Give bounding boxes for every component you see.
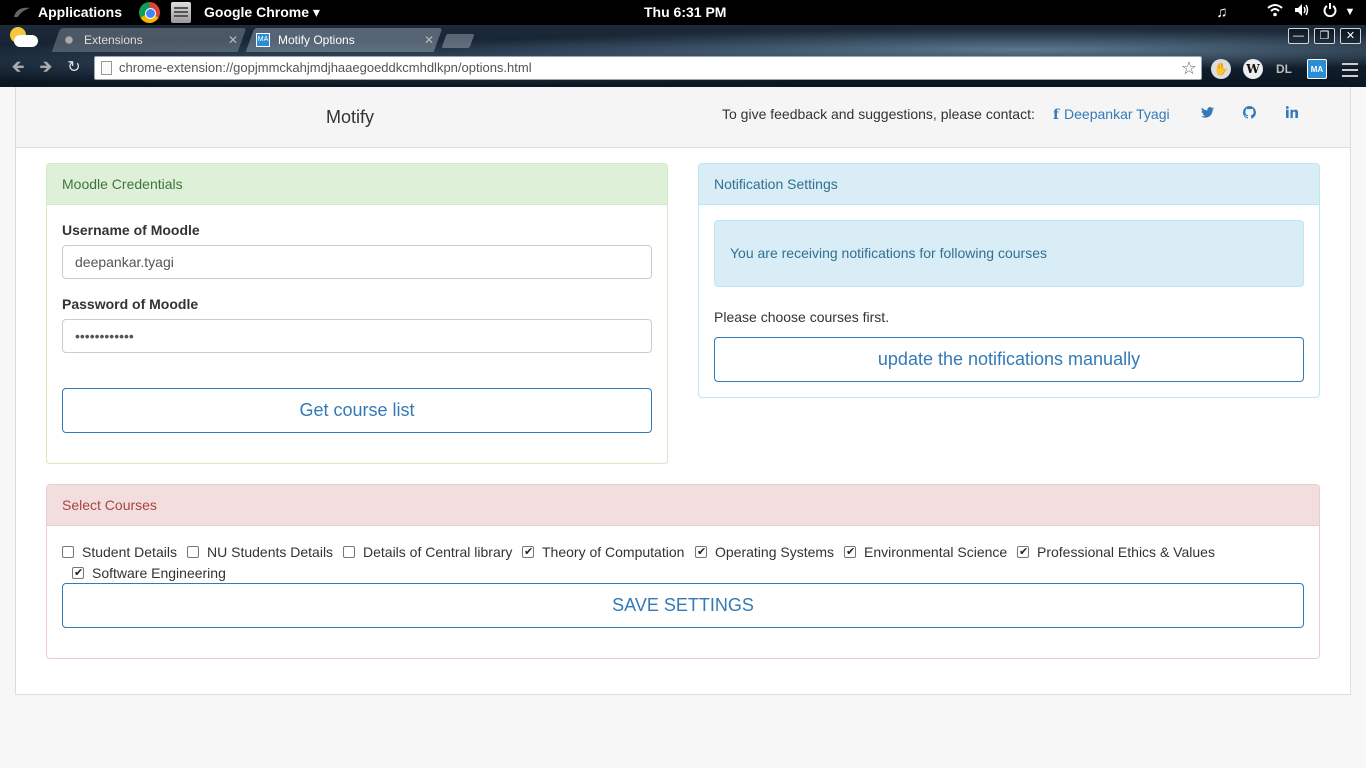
- page: Motify To give feedback and suggestions,…: [0, 87, 1366, 768]
- bookmark-star-icon[interactable]: ☆: [1181, 57, 1197, 79]
- tab-label: Extensions: [84, 33, 143, 47]
- chrome-menu-icon[interactable]: [1342, 59, 1358, 79]
- course-checkbox[interactable]: [62, 546, 74, 558]
- course-option[interactable]: Student Details: [62, 543, 177, 561]
- author-facebook-link[interactable]: f Deepankar Tyagi: [1053, 106, 1170, 123]
- url-text[interactable]: chrome-extension://gopjmmckahjmdjhaaegoe…: [119, 60, 532, 75]
- dl-icon[interactable]: DL: [1274, 59, 1294, 79]
- moodle-credentials-panel: Moodle Credentials Username of Moodle Pa…: [46, 163, 668, 464]
- notification-settings-panel: Notification Settings You are receiving …: [698, 163, 1320, 398]
- contact-text: To give feedback and suggestions, please…: [722, 106, 1035, 122]
- stop-icon[interactable]: ✋: [1211, 59, 1231, 79]
- course-label: Details of Central library: [363, 544, 513, 560]
- course-checkbox[interactable]: [522, 543, 534, 561]
- clock[interactable]: Thu 6:31 PM: [644, 3, 726, 22]
- password-label: Password of Moodle: [62, 296, 199, 312]
- course-checkbox[interactable]: [72, 564, 84, 582]
- course-option[interactable]: Theory of Computation: [522, 543, 684, 561]
- reload-icon[interactable]: ↻: [64, 58, 84, 78]
- address-bar[interactable]: chrome-extension://gopjmmckahjmdjhaaegoe…: [94, 56, 1202, 80]
- course-checkbox[interactable]: [343, 546, 355, 558]
- update-notifications-button[interactable]: update the notifications manually: [714, 337, 1304, 382]
- brand-title[interactable]: Motify: [326, 107, 374, 128]
- close-window-button[interactable]: ✕: [1340, 28, 1361, 44]
- course-label: Operating Systems: [715, 544, 835, 560]
- wifi-icon[interactable]: [1265, 3, 1285, 22]
- password-input[interactable]: [62, 319, 652, 353]
- author-name[interactable]: Deepankar Tyagi: [1064, 106, 1170, 122]
- panel-title: Notification Settings: [699, 164, 1319, 205]
- browser-toolbar: Extensions ✕ MA Motify Options ✕ — ❐ ✕ 🡸…: [0, 25, 1366, 87]
- course-label: Software Engineering: [92, 565, 226, 581]
- notification-info-alert: You are receiving notifications for foll…: [714, 220, 1304, 287]
- close-tab-icon[interactable]: ✕: [424, 28, 434, 52]
- tab-extensions[interactable]: Extensions ✕: [51, 28, 247, 52]
- empty-courses-message: Please choose courses first.: [714, 309, 890, 325]
- course-option[interactable]: Environmental Science: [844, 543, 1007, 561]
- file-manager-launcher-icon[interactable]: [171, 2, 191, 23]
- linkedin-icon[interactable]: [1285, 106, 1298, 121]
- course-option[interactable]: NU Students Details: [187, 543, 333, 561]
- course-checkbox[interactable]: [844, 543, 856, 561]
- page-icon: [101, 61, 112, 75]
- new-tab-button[interactable]: [441, 34, 475, 48]
- panel-title: Select Courses: [47, 485, 1319, 526]
- course-checkbox[interactable]: [695, 543, 707, 561]
- power-icon[interactable]: [1320, 3, 1340, 22]
- app-menu[interactable]: Google Chrome ▾: [204, 3, 320, 22]
- username-label: Username of Moodle: [62, 222, 200, 238]
- applications-menu-icon[interactable]: [12, 5, 32, 19]
- puzzle-piece-icon: [62, 33, 76, 47]
- facebook-icon: f: [1053, 107, 1060, 123]
- weather-icon[interactable]: [8, 27, 40, 51]
- github-icon[interactable]: [1242, 106, 1256, 122]
- get-course-list-button[interactable]: Get course list: [62, 388, 652, 433]
- panel-title: Moodle Credentials: [47, 164, 667, 205]
- forward-arrow-icon[interactable]: 🡺: [36, 58, 56, 78]
- maximize-window-button[interactable]: ❐: [1314, 28, 1335, 44]
- options-container: Motify To give feedback and suggestions,…: [15, 87, 1351, 695]
- power-menu-chevron-icon[interactable]: ▼: [1340, 3, 1360, 22]
- select-courses-panel: Select Courses Student Details NU Studen…: [46, 484, 1320, 659]
- course-label: NU Students Details: [207, 544, 334, 560]
- twitter-icon[interactable]: [1201, 106, 1214, 121]
- music-icon[interactable]: ♫: [1212, 3, 1232, 22]
- course-label: Theory of Computation: [542, 544, 685, 560]
- tab-label: Motify Options: [278, 33, 355, 47]
- motify-icon[interactable]: MA: [1307, 59, 1327, 79]
- course-option[interactable]: Details of Central library: [343, 543, 512, 561]
- wikipedia-icon[interactable]: W: [1243, 59, 1263, 79]
- course-checkbox[interactable]: [187, 546, 199, 558]
- back-arrow-icon[interactable]: 🡸: [8, 58, 28, 78]
- tab-motify-options[interactable]: MA Motify Options ✕: [245, 28, 443, 52]
- close-tab-icon[interactable]: ✕: [228, 28, 238, 52]
- course-label: Student Details: [82, 544, 177, 560]
- applications-menu[interactable]: Applications: [38, 3, 122, 22]
- motify-favicon-icon: MA: [256, 33, 270, 47]
- course-checkbox[interactable]: [1017, 543, 1029, 561]
- save-settings-button[interactable]: SAVE SETTINGS: [62, 583, 1304, 628]
- page-header: Motify To give feedback and suggestions,…: [16, 87, 1350, 148]
- course-option[interactable]: Operating Systems: [695, 543, 834, 561]
- course-option[interactable]: Professional Ethics & Values: [1017, 543, 1215, 561]
- system-top-bar: Applications Google Chrome ▾ Thu 6:31 PM…: [0, 0, 1366, 25]
- course-option[interactable]: Software Engineering: [72, 564, 226, 582]
- course-label: Environmental Science: [864, 544, 1008, 560]
- minimize-window-button[interactable]: —: [1288, 28, 1309, 44]
- username-input[interactable]: [62, 245, 652, 279]
- chrome-launcher-icon[interactable]: [139, 2, 160, 23]
- volume-icon[interactable]: [1292, 3, 1312, 22]
- course-label: Professional Ethics & Values: [1037, 544, 1215, 560]
